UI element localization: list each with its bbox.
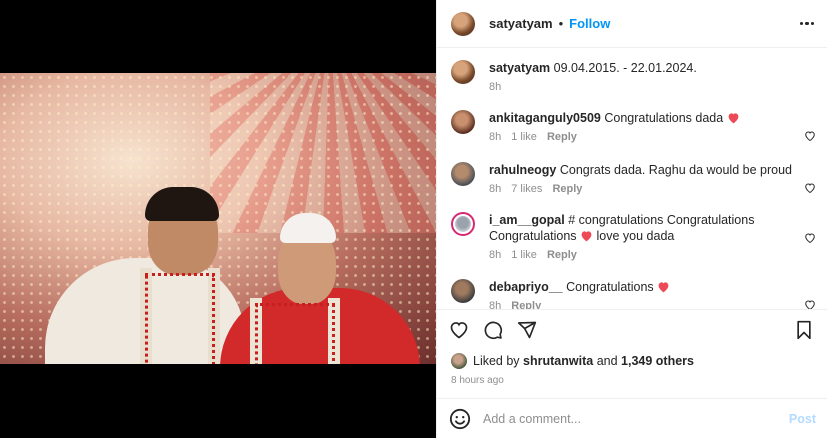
reply-button[interactable]: Reply: [547, 247, 577, 263]
wedding-photo: [0, 73, 436, 364]
comment-username[interactable]: i_am__gopal: [489, 213, 565, 227]
separator-dot: •: [558, 16, 564, 31]
reply-button[interactable]: Reply: [547, 129, 577, 145]
like-comment-icon[interactable]: [804, 130, 816, 142]
comment-avatar-story[interactable]: [451, 212, 475, 236]
comment-icon[interactable]: [483, 320, 503, 340]
more-options-icon[interactable]: [799, 21, 814, 26]
comment-text: Congrats dada. Raghu da would be proud: [559, 163, 792, 177]
author-username[interactable]: satyatyam: [489, 16, 553, 31]
comment-time[interactable]: 8h: [489, 247, 501, 263]
likes-count[interactable]: 1,349 others: [621, 354, 694, 368]
like-icon[interactable]: [449, 320, 469, 340]
caption-time[interactable]: 8h: [489, 79, 501, 95]
comment-item: ankitaganguly0509 Congratulations dada 8…: [451, 110, 816, 145]
comment-likes[interactable]: 1 like: [511, 129, 537, 145]
comment-text-line2: Congratulations: [489, 229, 577, 243]
reply-button[interactable]: Reply: [511, 298, 541, 309]
likes-prefix: Liked by: [473, 354, 520, 368]
post-header: satyatyam • Follow: [437, 0, 827, 48]
comment-text: Congratulations dada: [604, 111, 724, 125]
groom-hair: [145, 187, 219, 221]
post-actions: Liked by shrutanwita and 1,349 others 8 …: [437, 309, 827, 437]
caption-text: 09.04.2015. - 22.01.2024.: [553, 61, 697, 75]
follow-button[interactable]: Follow: [569, 16, 610, 31]
comment-likes[interactable]: 7 likes: [511, 181, 542, 197]
bookmark-icon[interactable]: [794, 320, 814, 340]
reply-button[interactable]: Reply: [552, 181, 582, 197]
likes-summary[interactable]: Liked by shrutanwita and 1,349 others: [451, 353, 694, 369]
comment-item: rahulneogy Congrats dada. Raghu da would…: [451, 162, 816, 197]
comment-item: debapriyo__ Congratulations 8h Reply: [451, 279, 816, 309]
liker-avatar[interactable]: [451, 353, 467, 369]
heart-emoji-icon: [581, 231, 592, 242]
liker-username[interactable]: shrutanwita: [523, 354, 593, 368]
heart-emoji-icon: [658, 282, 669, 293]
comments-list[interactable]: satyatyam 09.04.2015. - 22.01.2024. 8h a…: [437, 48, 827, 309]
comment-time[interactable]: 8h: [489, 298, 501, 309]
post-media[interactable]: [0, 0, 436, 438]
caption: satyatyam 09.04.2015. - 22.01.2024. 8h: [451, 60, 816, 95]
caption-username[interactable]: satyatyam: [489, 61, 550, 75]
emoji-icon[interactable]: [449, 408, 471, 430]
comment-avatar[interactable]: [451, 162, 475, 186]
comment-username[interactable]: ankitaganguly0509: [489, 111, 601, 125]
like-comment-icon[interactable]: [804, 299, 816, 309]
comment-username[interactable]: debapriyo__: [489, 280, 563, 294]
bride-garland: [250, 298, 340, 364]
comment-avatar[interactable]: [451, 110, 475, 134]
share-icon[interactable]: [517, 320, 537, 340]
comment-text: # congratulations Congratulations: [568, 213, 755, 227]
comment-text-line2-end: love you dada: [596, 229, 675, 243]
comment-time[interactable]: 8h: [489, 129, 501, 145]
comment-avatar[interactable]: [451, 279, 475, 303]
comment-input[interactable]: [483, 411, 789, 426]
comment-username[interactable]: rahulneogy: [489, 163, 556, 177]
post-comment-button[interactable]: Post: [789, 412, 816, 426]
post-time-ago[interactable]: 8 hours ago: [451, 375, 504, 386]
groom-garland: [140, 268, 220, 364]
comment-item: i_am__gopal # congratulations Congratula…: [451, 212, 816, 263]
like-comment-icon[interactable]: [804, 232, 816, 244]
comment-text: Congratulations: [566, 280, 654, 294]
post-side-panel: satyatyam • Follow satyatyam 09.04.2015.…: [436, 0, 827, 438]
comment-likes[interactable]: 1 like: [511, 247, 537, 263]
likes-and: and: [596, 354, 618, 368]
comment-time[interactable]: 8h: [489, 181, 501, 197]
caption-avatar[interactable]: [451, 60, 475, 84]
add-comment-bar: Post: [437, 398, 827, 438]
heart-emoji-icon: [728, 113, 739, 124]
like-comment-icon[interactable]: [804, 182, 816, 194]
author-avatar[interactable]: [451, 11, 475, 36]
